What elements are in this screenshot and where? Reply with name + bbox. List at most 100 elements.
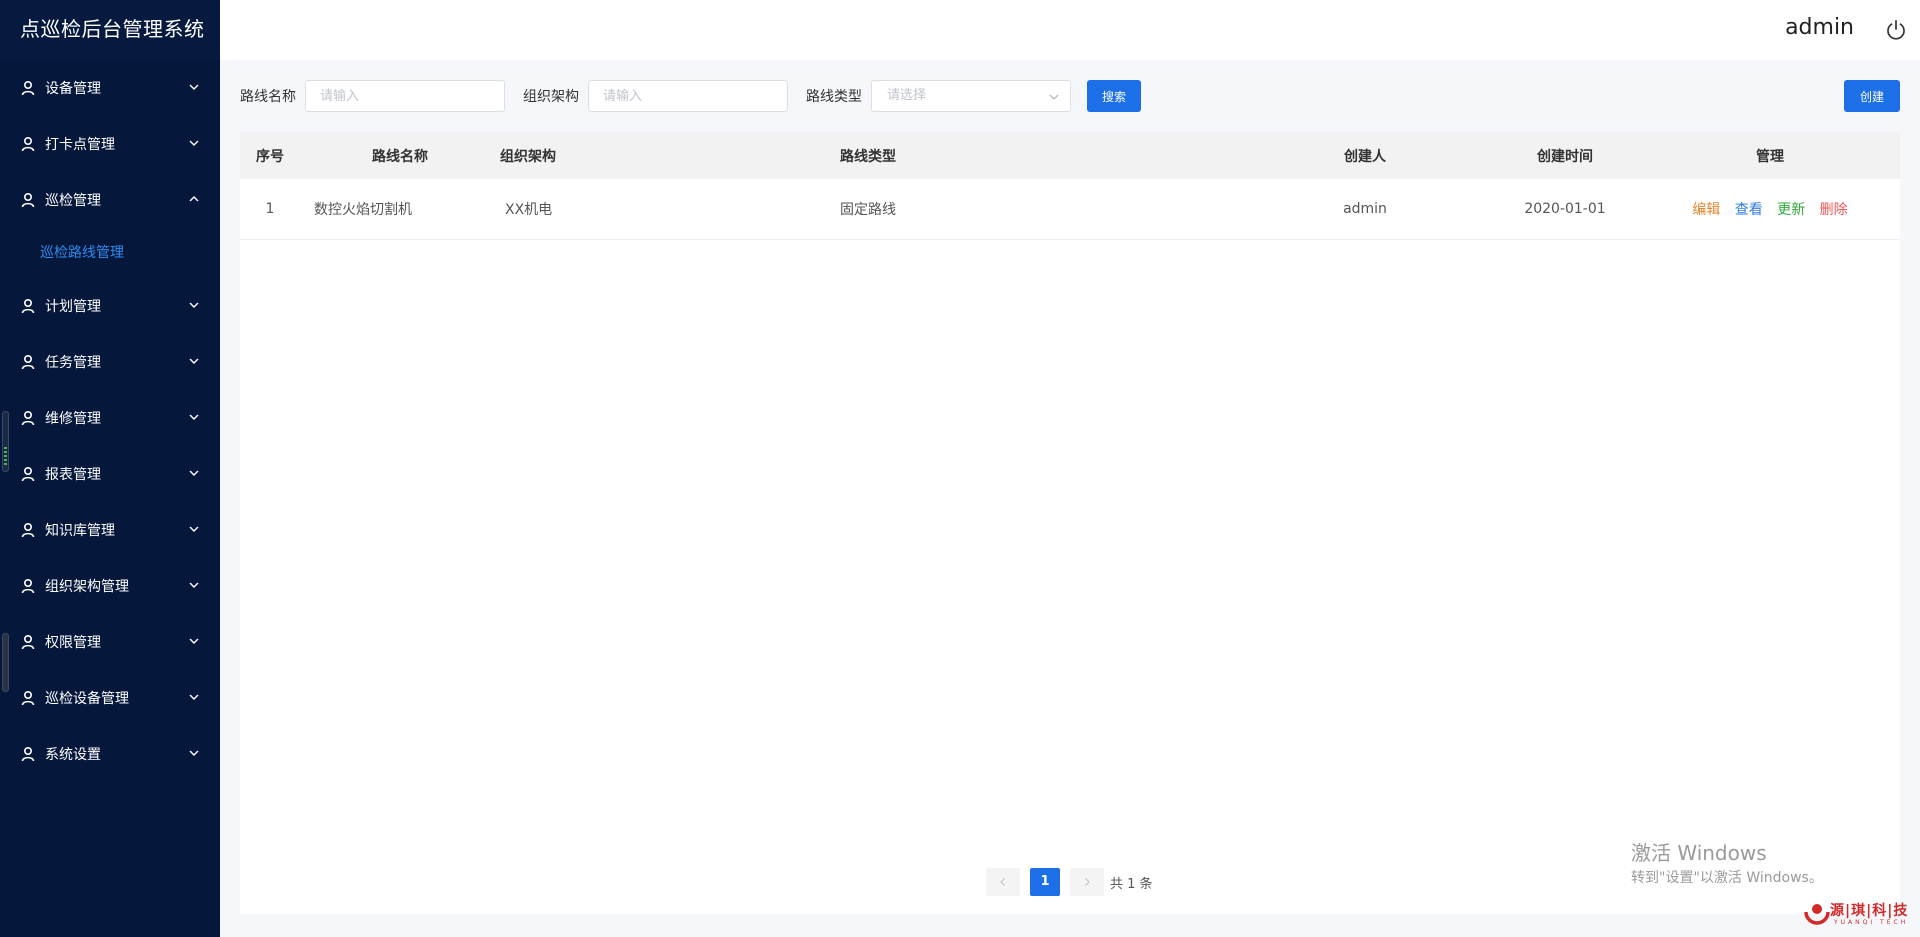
cell-creator: admin bbox=[1343, 200, 1387, 217]
user-icon bbox=[21, 136, 35, 152]
org-input[interactable] bbox=[588, 80, 788, 112]
sidebar-item-maintenance[interactable]: 维修管理 bbox=[0, 390, 220, 446]
sidebar-menu: 设备管理 打卡点管理 巡检管理 巡检路线管理 计划管理 任务管理 维修管理 报表… bbox=[0, 60, 220, 782]
route-type-placeholder: 请选择 bbox=[887, 88, 927, 103]
user-icon bbox=[21, 192, 35, 208]
sidebar-item-label: 设备管理 bbox=[45, 81, 101, 97]
brand-name: 源|琪|科|技 bbox=[1830, 903, 1909, 919]
brand-logo: 源|琪|科|技 YUANQI TECH bbox=[1800, 896, 1912, 930]
sidebar-item-label: 计划管理 bbox=[45, 299, 101, 315]
top-header: admin bbox=[220, 0, 1920, 60]
column-header: 创建时间 bbox=[1537, 148, 1593, 165]
sidebar-item-label: 知识库管理 bbox=[45, 523, 115, 539]
power-icon[interactable] bbox=[1885, 19, 1907, 41]
user-icon bbox=[21, 410, 35, 426]
user-icon bbox=[21, 578, 35, 594]
column-header: 创建人 bbox=[1344, 148, 1386, 165]
org-label: 组织架构 bbox=[523, 89, 579, 105]
page-number-current[interactable]: 1 bbox=[1030, 868, 1060, 896]
sidebar-item-label: 权限管理 bbox=[45, 635, 101, 651]
chevron-right-icon bbox=[1085, 878, 1090, 886]
sidebar-item-label: 任务管理 bbox=[45, 355, 101, 371]
sidebar: 点巡检后台管理系统 设备管理 打卡点管理 巡检管理 巡检路线管理 计划管理 任务… bbox=[0, 0, 220, 937]
route-type-select[interactable]: 请选择 bbox=[871, 80, 1071, 112]
chevron-down-icon bbox=[189, 470, 199, 476]
route-name-label: 路线名称 bbox=[240, 89, 296, 105]
sidebar-item-inspection-device[interactable]: 巡检设备管理 bbox=[0, 670, 220, 726]
sidebar-item-checkpoint[interactable]: 打卡点管理 bbox=[0, 116, 220, 172]
chevron-down-icon bbox=[189, 694, 199, 700]
app-title: 点巡检后台管理系统 bbox=[0, 0, 220, 60]
sidebar-item-label: 巡检设备管理 bbox=[45, 691, 129, 707]
cell-created-time: 2020-01-01 bbox=[1524, 200, 1606, 217]
cell-route-name: 数控火焰切割机 bbox=[314, 201, 412, 218]
route-table-panel: 序号 路线名称 组织架构 路线类型 创建人 创建时间 管理 1 数控火焰切割机 … bbox=[240, 132, 1900, 914]
user-icon bbox=[21, 80, 35, 96]
update-link[interactable]: 更新 bbox=[1777, 202, 1805, 218]
chevron-down-icon bbox=[189, 582, 199, 588]
column-header: 序号 bbox=[256, 148, 284, 165]
search-button[interactable]: 搜索 bbox=[1087, 80, 1142, 112]
sidebar-subitem-route-management[interactable]: 巡检路线管理 bbox=[0, 228, 220, 278]
total-count: 共 1 条 bbox=[1110, 876, 1153, 892]
cell-actions: 编辑 查看 更新 删除 bbox=[1640, 179, 1900, 239]
create-button[interactable]: 创建 bbox=[1844, 80, 1900, 112]
chevron-down-icon bbox=[189, 526, 199, 532]
sidebar-item-settings[interactable]: 系统设置 bbox=[0, 726, 220, 782]
chevron-left-icon bbox=[1000, 878, 1005, 886]
sidebar-item-label: 巡检管理 bbox=[45, 193, 101, 209]
cell-index: 1 bbox=[265, 200, 275, 217]
chevron-down-icon bbox=[189, 140, 199, 146]
edit-link[interactable]: 编辑 bbox=[1692, 202, 1720, 218]
activation-title: 激活 Windows bbox=[1631, 841, 1767, 865]
chevron-down-icon bbox=[189, 302, 199, 308]
route-type-label: 路线类型 bbox=[806, 89, 862, 105]
cell-route-type: 固定路线 bbox=[840, 201, 896, 218]
table-header-row: 序号 路线名称 组织架构 路线类型 创建人 创建时间 管理 bbox=[240, 132, 1900, 179]
search-form: 路线名称 组织架构 路线类型 请选择 搜索 bbox=[240, 80, 1142, 112]
chevron-down-icon bbox=[189, 84, 199, 90]
sidebar-item-label: 系统设置 bbox=[45, 747, 101, 763]
sidebar-item-plan[interactable]: 计划管理 bbox=[0, 278, 220, 334]
chevron-down-icon bbox=[189, 414, 199, 420]
chevron-down-icon bbox=[189, 358, 199, 364]
sidebar-item-organization[interactable]: 组织架构管理 bbox=[0, 558, 220, 614]
user-icon bbox=[21, 690, 35, 706]
prev-page-button[interactable] bbox=[986, 868, 1020, 896]
user-icon bbox=[21, 746, 35, 762]
column-header: 管理 bbox=[1756, 148, 1784, 165]
user-icon bbox=[21, 466, 35, 482]
drag-handle[interactable] bbox=[2, 411, 9, 472]
column-header: 路线类型 bbox=[840, 148, 896, 165]
sidebar-item-report[interactable]: 报表管理 bbox=[0, 446, 220, 502]
sidebar-item-inspection[interactable]: 巡检管理 bbox=[0, 172, 220, 228]
sidebar-item-device[interactable]: 设备管理 bbox=[0, 60, 220, 116]
sidebar-item-label: 组织架构管理 bbox=[45, 579, 129, 595]
table-row: 1 数控火焰切割机 XX机电 固定路线 admin 2020-01-01 编辑 … bbox=[240, 179, 1900, 239]
column-header: 组织架构 bbox=[500, 148, 556, 165]
sidebar-item-label: 报表管理 bbox=[45, 467, 101, 483]
chevron-down-icon bbox=[189, 638, 199, 644]
user-icon bbox=[21, 634, 35, 650]
chevron-down-icon bbox=[1049, 94, 1059, 100]
sidebar-item-label: 打卡点管理 bbox=[45, 137, 115, 153]
sidebar-item-permission[interactable]: 权限管理 bbox=[0, 614, 220, 670]
username[interactable]: admin bbox=[1785, 15, 1854, 40]
sidebar-item-knowledge[interactable]: 知识库管理 bbox=[0, 502, 220, 558]
user-icon bbox=[21, 298, 35, 314]
windows-activation-watermark: 激活 Windows 转到"设置"以激活 Windows。 bbox=[1631, 840, 1823, 888]
sidebar-item-label: 维修管理 bbox=[45, 411, 101, 427]
pagination: 1 共 1 条 bbox=[986, 868, 1153, 896]
activation-hint: 转到"设置"以激活 Windows。 bbox=[1631, 870, 1823, 886]
user-icon bbox=[21, 354, 35, 370]
brand-mark-icon bbox=[1804, 904, 1830, 925]
sidebar-item-task[interactable]: 任务管理 bbox=[0, 334, 220, 390]
next-page-button[interactable] bbox=[1070, 868, 1104, 896]
delete-link[interactable]: 删除 bbox=[1820, 202, 1848, 218]
view-link[interactable]: 查看 bbox=[1735, 202, 1763, 218]
drag-handle[interactable] bbox=[2, 633, 9, 692]
route-name-input[interactable] bbox=[305, 80, 505, 112]
route-table: 序号 路线名称 组织架构 路线类型 创建人 创建时间 管理 1 数控火焰切割机 … bbox=[240, 132, 1900, 240]
column-header: 路线名称 bbox=[372, 148, 428, 165]
cell-org: XX机电 bbox=[505, 201, 553, 218]
